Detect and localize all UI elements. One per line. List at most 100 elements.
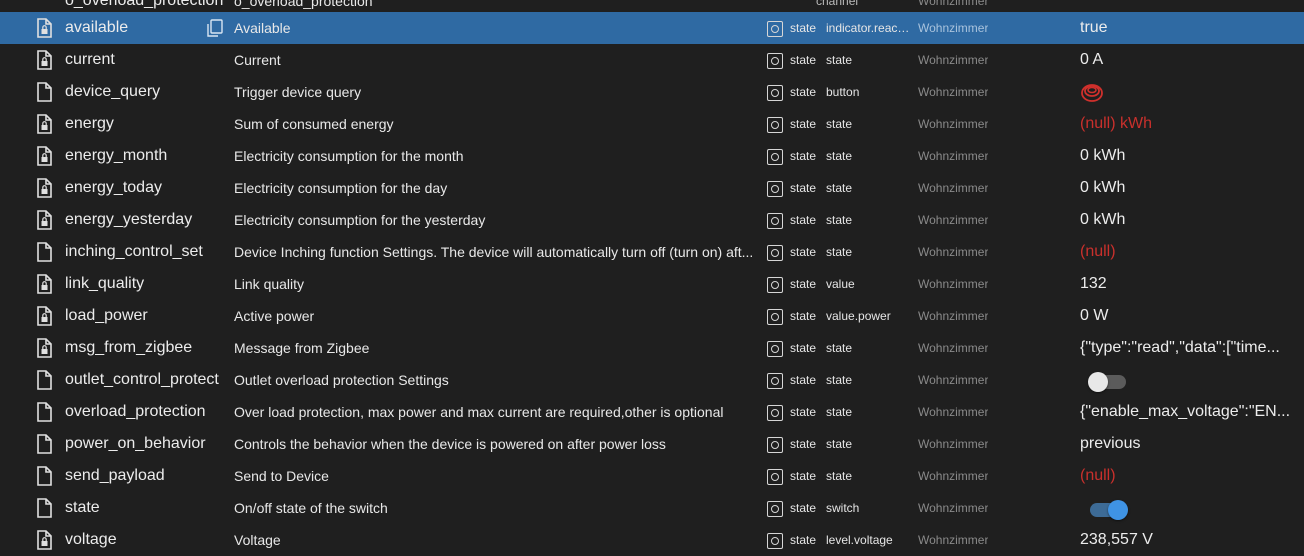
object-room: Wohnzimmer <box>918 437 989 451</box>
object-role: state <box>826 181 853 195</box>
file-icon <box>34 465 54 487</box>
object-type: state <box>790 245 817 259</box>
object-name: Current <box>234 52 281 68</box>
object-id: msg_from_zigbee <box>65 339 193 356</box>
object-id: energy <box>65 115 114 132</box>
object-row-load_power[interactable]: load_power Active power state value.powe… <box>0 300 1304 332</box>
state-type-icon <box>767 373 783 389</box>
object-type: state <box>790 533 817 547</box>
state-type-icon <box>767 149 783 165</box>
object-name: Over load protection, max power and max … <box>234 404 724 420</box>
object-row-overload_protection[interactable]: overload_protection Over load protection… <box>0 396 1304 428</box>
object-row-available[interactable]: available Available state indicator.reac… <box>0 12 1304 44</box>
state-type-icon <box>767 181 783 197</box>
object-role: state <box>826 341 853 355</box>
file-icon <box>34 241 54 263</box>
state-type-icon <box>767 53 783 69</box>
object-row-power_on_behavior[interactable]: power_on_behavior Controls the behavior … <box>0 428 1304 460</box>
object-row-energy_yesterday[interactable]: energy_yesterday Electricity consumption… <box>0 204 1304 236</box>
object-room: Wohnzimmer <box>918 405 989 419</box>
object-value: {"type":"read","data":["time... <box>1080 339 1280 356</box>
object-name: Link quality <box>234 276 305 292</box>
object-value: (null) <box>1080 467 1116 484</box>
object-row-link_quality[interactable]: link_quality Link quality state value Wo… <box>0 268 1304 300</box>
object-role: value.power <box>826 309 891 323</box>
trigger-button-icon[interactable] <box>1080 80 1104 104</box>
object-room: Wohnzimmer <box>918 469 989 483</box>
value-toggle-switch[interactable] <box>1088 372 1128 392</box>
object-row-partial[interactable]: o_overload_protection o_overload_protect… <box>0 0 1304 12</box>
object-role: state <box>826 149 853 163</box>
object-row-outlet_control_protect[interactable]: outlet_control_protect Outlet overload p… <box>0 364 1304 396</box>
object-name: Sum of consumed energy <box>234 116 394 132</box>
state-type-icon <box>767 437 783 453</box>
file-lock-icon <box>34 49 54 71</box>
object-value: 0 A <box>1080 51 1104 68</box>
object-row-energy_today[interactable]: energy_today Electricity consumption for… <box>0 172 1304 204</box>
object-name: Controls the behavior when the device is… <box>234 436 666 452</box>
file-icon <box>34 433 54 455</box>
object-row-device_query[interactable]: device_query Trigger device query state … <box>0 76 1304 108</box>
object-name: Voltage <box>234 532 281 548</box>
object-type: state <box>790 373 817 387</box>
object-id: load_power <box>65 307 148 324</box>
object-type: state <box>790 277 817 291</box>
state-type-icon <box>767 277 783 293</box>
object-row-current[interactable]: current Current state state Wohnzimmer 0… <box>0 44 1304 76</box>
object-row-msg_from_zigbee[interactable]: msg_from_zigbee Message from Zigbee stat… <box>0 332 1304 364</box>
object-name: o_overload_protection <box>234 0 373 9</box>
object-role: value <box>826 277 855 291</box>
object-room: Wohnzimmer <box>918 501 989 515</box>
file-lock-icon <box>34 337 54 359</box>
object-name: Message from Zigbee <box>234 340 370 356</box>
object-name: Trigger device query <box>234 84 362 100</box>
object-type: state <box>790 437 817 451</box>
object-room: Wohnzimmer <box>918 21 989 35</box>
state-type-icon <box>767 117 783 133</box>
object-row-inching_control_set[interactable]: inching_control_set Device Inching funct… <box>0 236 1304 268</box>
object-role: state <box>826 53 853 67</box>
object-id: energy_yesterday <box>65 211 193 228</box>
object-role: state <box>826 117 853 131</box>
file-lock-icon <box>34 529 54 551</box>
object-name: Available <box>234 20 291 36</box>
object-role: state <box>826 245 853 259</box>
object-role: indicator.reach... <box>826 21 914 35</box>
object-row-voltage[interactable]: voltage Voltage state level.voltage Wohn… <box>0 524 1304 556</box>
object-room: Wohnzimmer <box>918 85 989 99</box>
object-role: state <box>826 469 853 483</box>
object-type: state <box>790 501 817 515</box>
object-room: Wohnzimmer <box>918 117 989 131</box>
object-row-send_payload[interactable]: send_payload Send to Device state state … <box>0 460 1304 492</box>
value-toggle-switch[interactable] <box>1088 500 1128 520</box>
object-name: Send to Device <box>234 468 329 484</box>
file-lock-icon <box>34 145 54 167</box>
object-name: Device Inching function Settings. The de… <box>234 244 754 260</box>
state-type-icon <box>767 501 783 517</box>
object-name: Electricity consumption for the day <box>234 180 448 196</box>
object-id: power_on_behavior <box>65 435 206 452</box>
object-id: o_overload_protection <box>65 0 224 9</box>
state-type-icon <box>767 245 783 261</box>
object-room: Wohnzimmer <box>918 53 989 67</box>
object-type: state <box>790 149 817 163</box>
object-type: state <box>790 469 817 483</box>
object-value: {"enable_max_voltage":"EN... <box>1080 403 1291 420</box>
copy-icon[interactable] <box>205 18 225 38</box>
object-row-energy_month[interactable]: energy_month Electricity consumption for… <box>0 140 1304 172</box>
object-row-energy[interactable]: energy Sum of consumed energy state stat… <box>0 108 1304 140</box>
object-id: inching_control_set <box>65 243 203 260</box>
object-value: (null) kWh <box>1080 115 1153 132</box>
object-role: button <box>826 85 860 99</box>
object-room: Wohnzimmer <box>918 149 989 163</box>
object-id: device_query <box>65 83 161 100</box>
file-icon <box>34 401 54 423</box>
file-lock-icon <box>34 209 54 231</box>
object-id: link_quality <box>65 275 145 292</box>
object-type: state <box>790 117 817 131</box>
file-lock-icon <box>34 177 54 199</box>
object-row-state[interactable]: state On/off state of the switch state s… <box>0 492 1304 524</box>
object-id: voltage <box>65 531 117 548</box>
object-room: Wohnzimmer <box>918 0 989 8</box>
state-type-icon <box>767 405 783 421</box>
